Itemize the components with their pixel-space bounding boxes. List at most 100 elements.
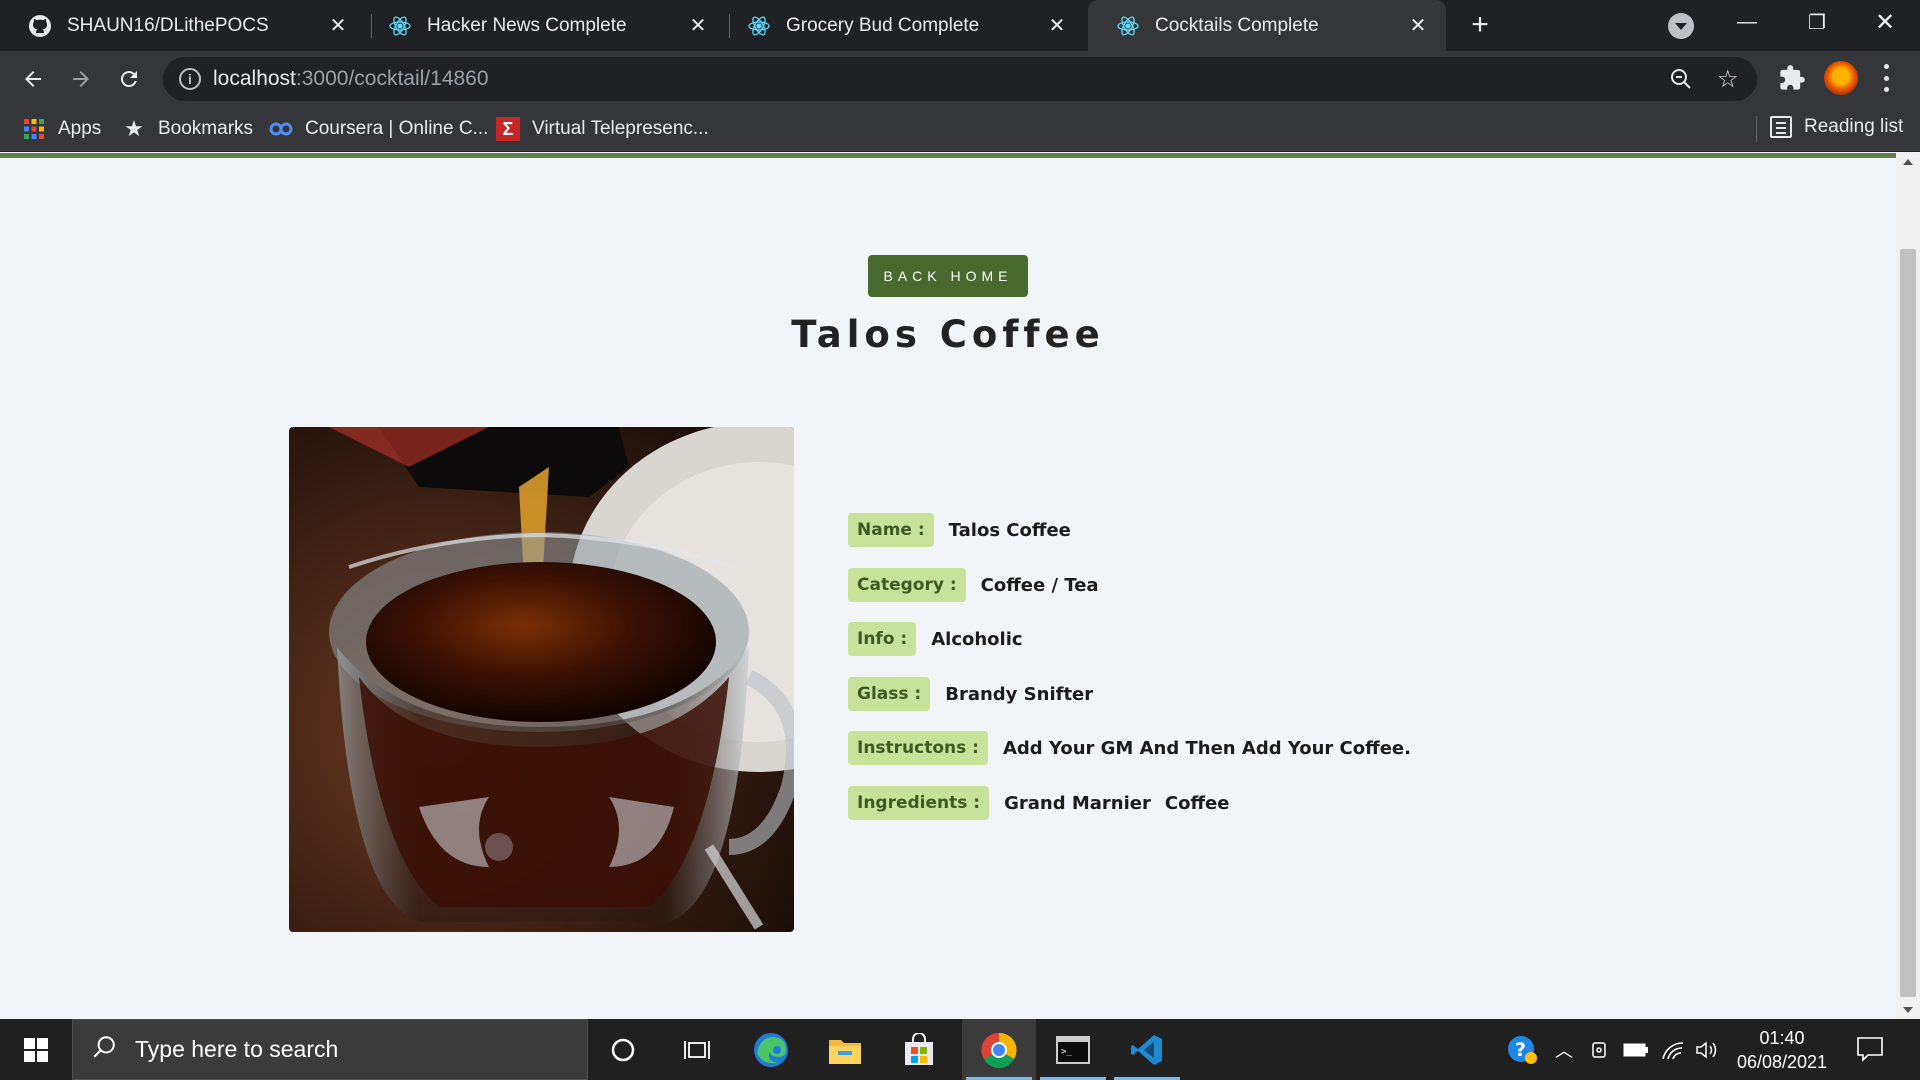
windows-taskbar: Type here to search >_ ? ︿ 01:40 06/08/2… [0, 1019, 1920, 1080]
minimize-button[interactable]: — [1716, 0, 1778, 44]
drink-photo [289, 427, 794, 932]
info-value: Alcoholic [931, 628, 1023, 650]
chrome-taskbar-icon[interactable] [962, 1019, 1036, 1080]
github-icon [28, 14, 52, 38]
taskbar-search-input[interactable]: Type here to search [72, 1019, 588, 1080]
bookmark-virtual-telepresence[interactable]: Σ Virtual Telepresenc... [496, 116, 709, 142]
url-text: localhost:3000/cocktail/14860 [213, 67, 489, 90]
file-explorer-icon[interactable] [808, 1019, 882, 1080]
wifi-icon[interactable] [1658, 1019, 1688, 1080]
coursera-icon [269, 117, 293, 141]
extensions-puzzle-icon[interactable] [1778, 64, 1806, 92]
help-icon[interactable]: ? [1504, 1019, 1540, 1080]
cortana-icon[interactable] [586, 1019, 660, 1080]
reading-list-button[interactable]: Reading list [1770, 116, 1903, 138]
bookmarks-bar: Apps ★ Bookmarks Coursera | Online C... … [0, 106, 1920, 152]
vscode-icon[interactable] [1110, 1019, 1184, 1080]
terminal-icon[interactable]: >_ [1036, 1019, 1110, 1080]
ingredient-item: Grand Marnier [1004, 792, 1151, 814]
tab-title: Cocktails Complete [1155, 14, 1319, 36]
bookmark-apps[interactable]: Apps [22, 116, 101, 142]
svg-text:>_: >_ [1061, 1047, 1072, 1057]
glass-label: Glass : [848, 677, 931, 711]
bookmark-label: Apps [58, 118, 102, 139]
info-row-name: Name : Talos Coffee [848, 513, 1071, 547]
page-scrollbar[interactable] [1896, 153, 1920, 1019]
info-row-category: Category : Coffee / Tea [848, 568, 1099, 602]
bookmark-label: Coursera | Online C... [305, 118, 489, 139]
category-label: Category : [848, 568, 966, 602]
svg-text:?: ? [1515, 1039, 1526, 1061]
taskbar-clock[interactable]: 01:40 06/08/2021 [1722, 1026, 1842, 1074]
react-icon [747, 14, 771, 38]
windows-start-icon[interactable] [0, 1019, 72, 1080]
bookmark-bookmarks[interactable]: ★ Bookmarks [122, 116, 253, 142]
ingredients-label: Ingredients : [848, 786, 990, 820]
new-tab-button[interactable]: + [1466, 10, 1494, 40]
back-arrow-icon[interactable] [16, 62, 50, 96]
reload-icon[interactable] [112, 62, 146, 96]
close-tab-icon[interactable]: ✕ [1406, 14, 1430, 38]
name-label: Name : [848, 513, 934, 547]
search-icon [91, 1034, 117, 1065]
back-home-button[interactable]: BACK HOME [868, 255, 1028, 297]
scrollbar-thumb[interactable] [1900, 249, 1916, 997]
reading-list-icon [1770, 116, 1792, 138]
category-value: Coffee / Tea [980, 574, 1099, 596]
bookmark-coursera[interactable]: Coursera | Online C... [269, 116, 488, 142]
sigma-icon: Σ [496, 117, 520, 141]
ingredient-item: Coffee [1164, 792, 1230, 814]
profile-avatar[interactable] [1824, 61, 1858, 95]
clock-date: 06/08/2021 [1736, 1052, 1828, 1072]
name-value: Talos Coffee [948, 519, 1071, 541]
apps-grid-icon [22, 117, 46, 141]
forward-arrow-icon[interactable] [64, 62, 98, 96]
task-view-icon[interactable] [660, 1019, 734, 1080]
info-row-ingredients: Ingredients : Grand Marnier Coffee [848, 786, 1243, 820]
tab-title: Hacker News Complete [427, 14, 627, 36]
microsoft-store-icon[interactable] [882, 1019, 956, 1080]
tab-grocery-bud[interactable]: Grocery Bud Complete ✕ [719, 0, 1085, 51]
restore-button[interactable]: ❐ [1786, 0, 1848, 44]
reading-list-label: Reading list [1804, 116, 1904, 137]
volume-icon[interactable] [1692, 1019, 1722, 1080]
info-row-info: Info : Alcoholic [848, 622, 1023, 656]
glass-value: Brandy Snifter [945, 683, 1094, 705]
close-tab-icon[interactable]: ✕ [1045, 14, 1069, 38]
battery-icon[interactable] [1620, 1019, 1652, 1080]
show-hidden-icons-icon[interactable]: ︿ [1550, 1019, 1578, 1080]
close-tab-icon[interactable]: ✕ [326, 14, 350, 38]
bookmark-label: Virtual Telepresenc... [532, 118, 709, 139]
bookmark-label: Bookmarks [158, 118, 254, 139]
close-tab-icon[interactable]: ✕ [686, 14, 710, 38]
search-placeholder: Type here to search [135, 1036, 339, 1062]
bookmarks-divider [1756, 116, 1757, 142]
info-row-glass: Glass : Brandy Snifter [848, 677, 1093, 711]
scroll-down-icon[interactable] [1903, 1007, 1913, 1013]
close-window-button[interactable]: ✕ [1854, 0, 1916, 44]
tab-title: Grocery Bud Complete [786, 14, 980, 36]
tab-hacker-news[interactable]: Hacker News Complete ✕ [360, 0, 726, 51]
info-label: Info : [848, 622, 917, 656]
edge-icon[interactable] [734, 1019, 808, 1080]
page-viewport: BACK HOME Talos Coffee Name: Talos Coff… [0, 153, 1896, 1019]
browser-menu-icon[interactable] [1880, 64, 1892, 92]
site-info-icon[interactable]: i [179, 68, 201, 90]
info-row-instructions: Instructons : Add Your GM And Then Add Y… [848, 731, 1411, 765]
tab-cocktails[interactable]: Cocktails Complete ✕ [1088, 0, 1446, 51]
react-icon [1116, 14, 1140, 38]
meet-now-icon[interactable] [1586, 1019, 1614, 1080]
react-icon [388, 14, 412, 38]
tab-search-icon[interactable] [1668, 13, 1694, 39]
address-bar[interactable]: i localhost:3000/cocktail/14860 ☆ [163, 57, 1757, 101]
zoom-icon[interactable] [1669, 67, 1693, 91]
tab-title: SHAUN16/DLithePOCS [67, 14, 269, 36]
bookmark-star-icon[interactable]: ☆ [1717, 65, 1739, 94]
navbar-edge [0, 153, 1896, 158]
tab-github[interactable]: SHAUN16/DLithePOCS ✕ [0, 0, 366, 51]
star-icon: ★ [124, 116, 144, 141]
scroll-up-icon[interactable] [1903, 159, 1913, 165]
notifications-icon[interactable] [1856, 1036, 1884, 1062]
instructions-label: Instructons : [848, 731, 988, 765]
tab-strip: SHAUN16/DLithePOCS ✕ Hacker News Complet… [0, 0, 1920, 51]
